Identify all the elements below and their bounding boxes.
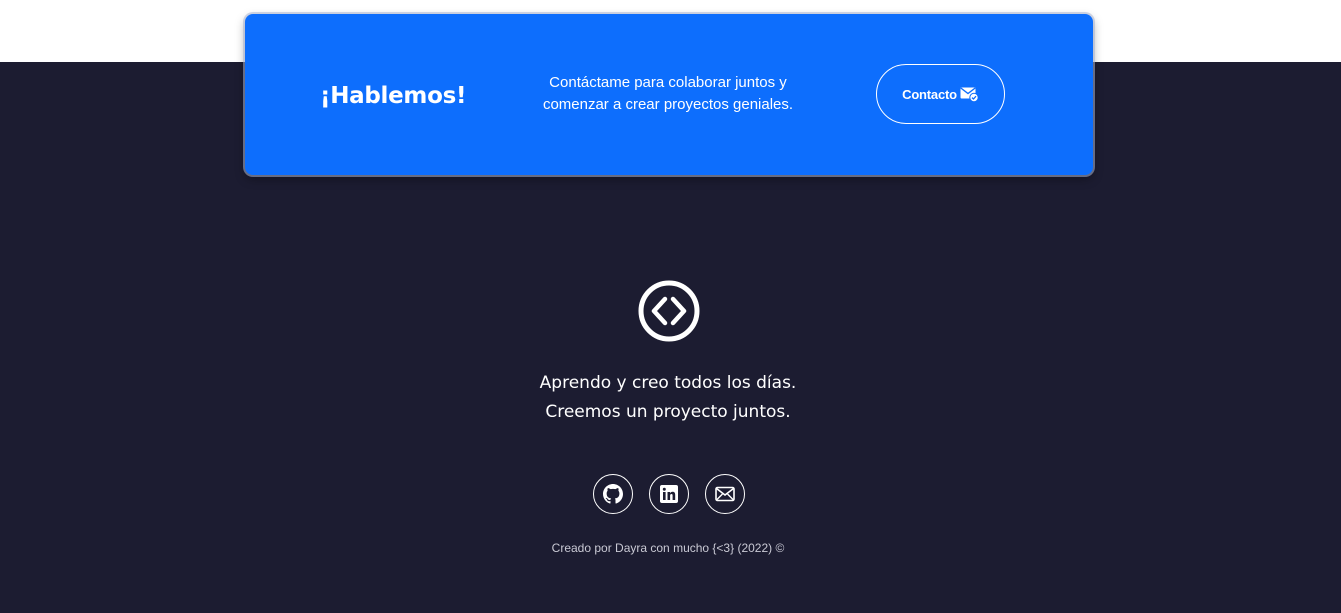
email-link[interactable] [705, 474, 745, 514]
contact-button-label: Contacto [902, 86, 957, 102]
footer-tagline: Aprendo y creo todos los días. Creemos u… [470, 369, 866, 427]
cta-description-line-2: comenzar a crear proyectos geniales. [542, 96, 794, 113]
email-icon [715, 486, 735, 502]
cta-description: Contáctame para colaborar juntos y comen… [520, 72, 816, 116]
github-icon [603, 484, 623, 504]
page: ¡Hablemos! Contáctame para colaborar jun… [0, 0, 1341, 613]
linkedin-link[interactable] [649, 474, 689, 514]
github-link[interactable] [593, 474, 633, 514]
code-brackets-circle-icon [638, 280, 700, 342]
envelope-check-icon [960, 86, 979, 103]
cta-title: ¡Hablemos! [320, 83, 467, 109]
social-links [593, 474, 745, 514]
cta-description-line-1: Contáctame para colaborar juntos y [549, 74, 787, 91]
footer-tagline-line-2: Creemos un proyecto juntos. [545, 402, 791, 422]
footer-credits: Creado por Dayra con mucho {<3} (2022) © [551, 541, 785, 555]
footer-tagline-line-1: Aprendo y creo todos los días. [539, 373, 797, 393]
linkedin-icon [660, 485, 678, 503]
contact-button[interactable]: Contacto [876, 64, 1005, 124]
